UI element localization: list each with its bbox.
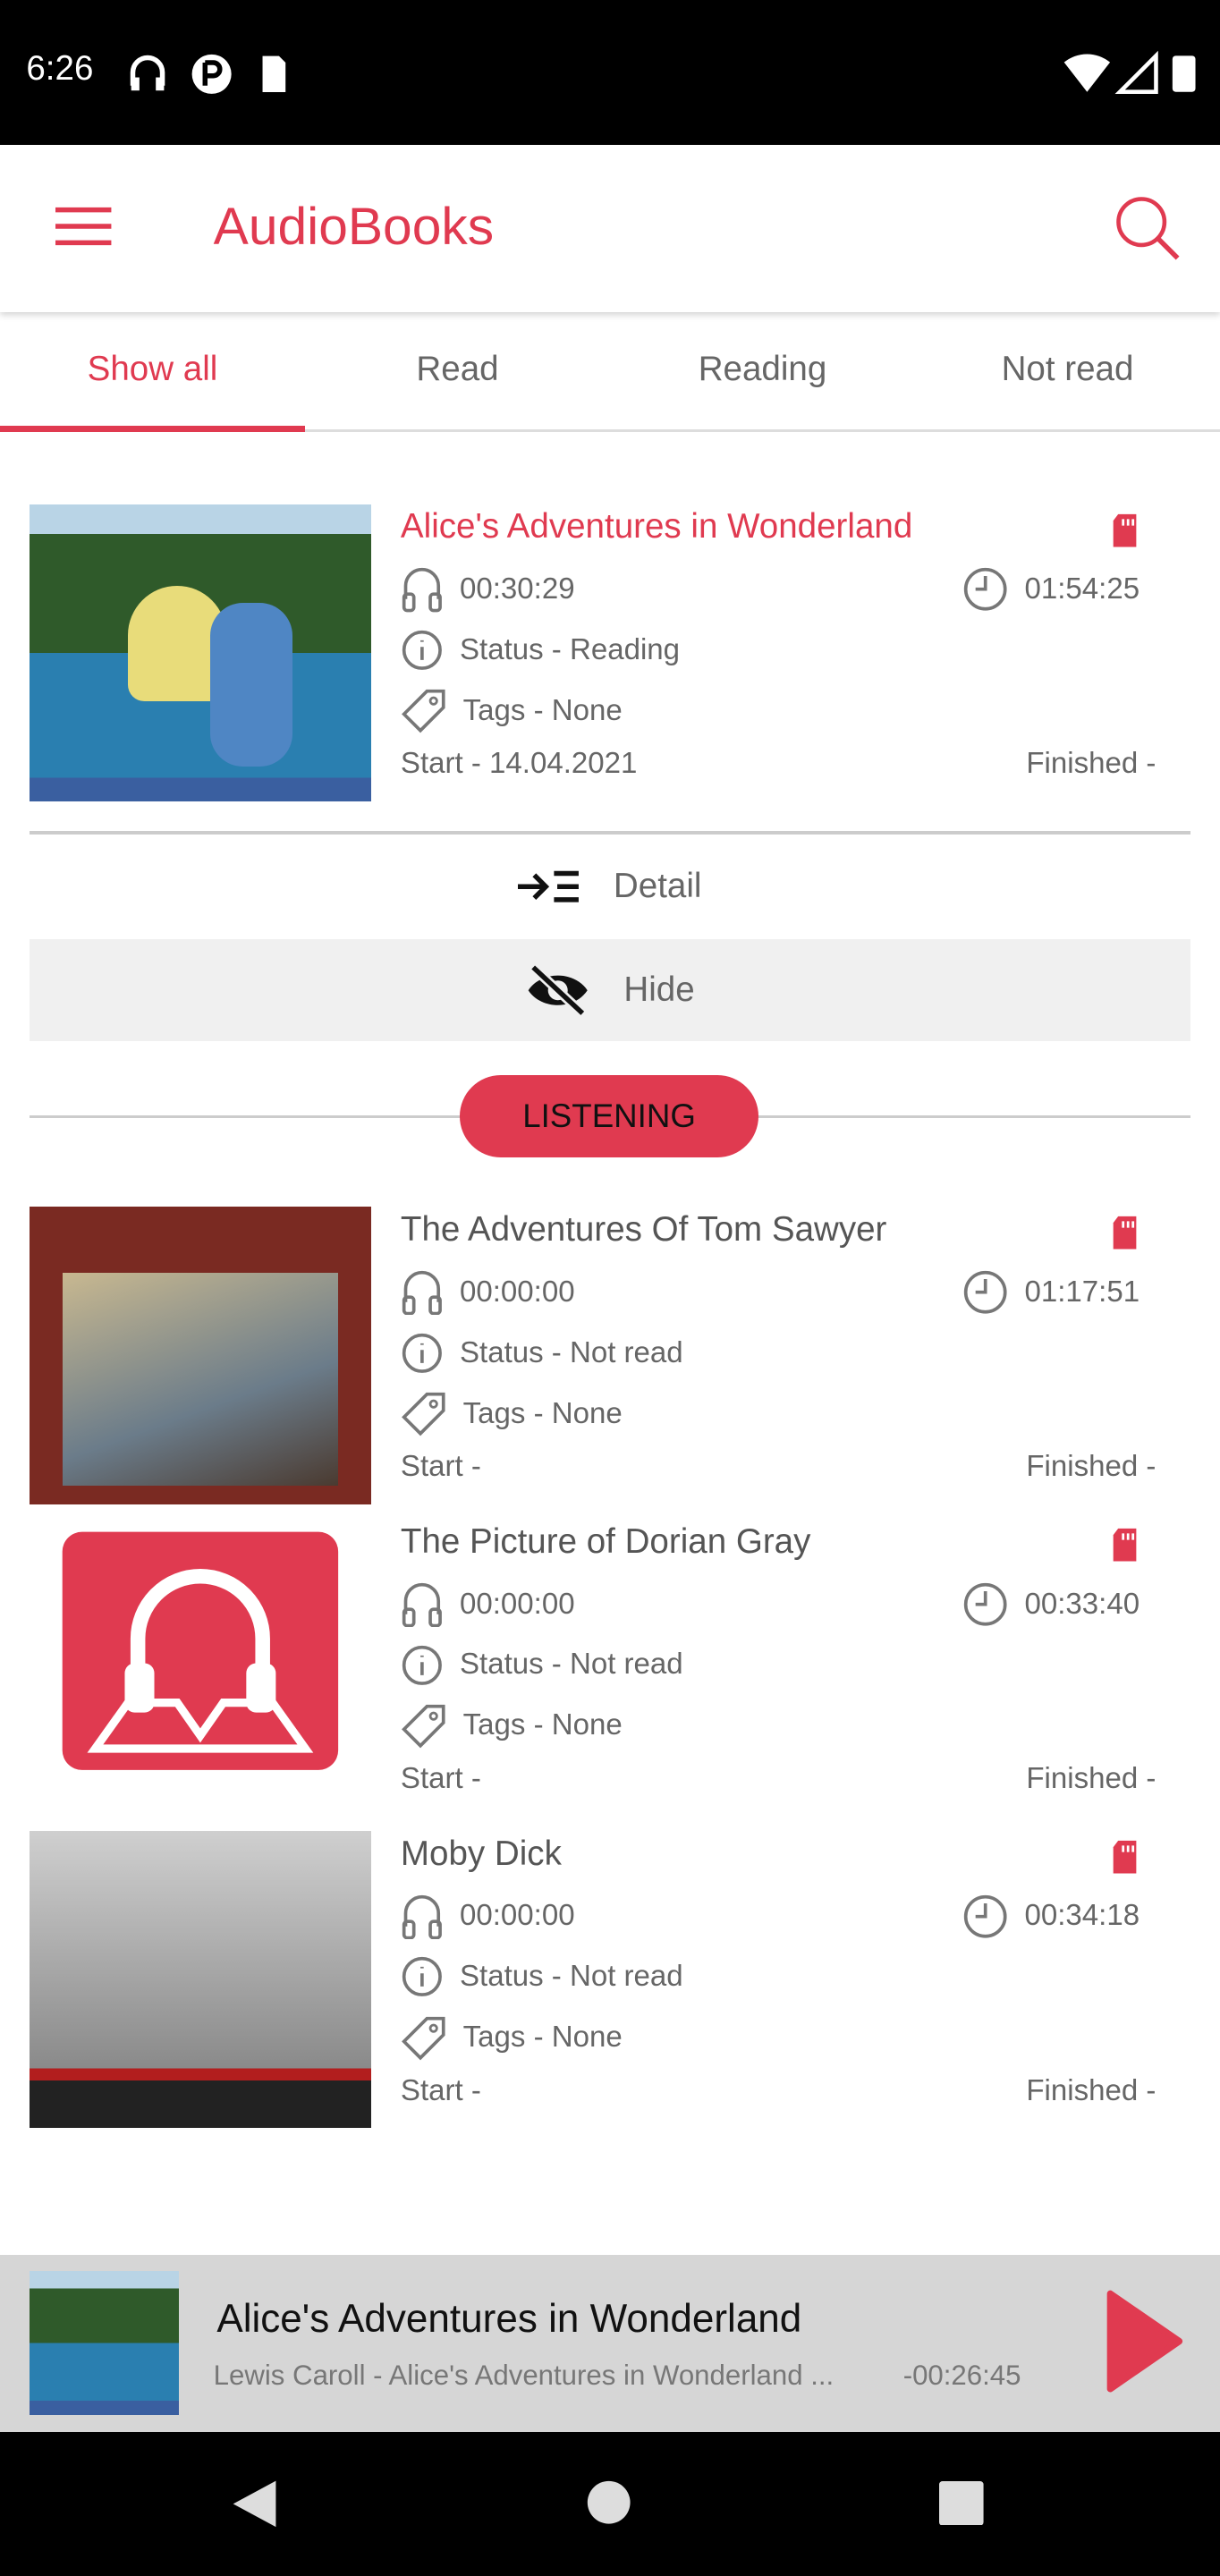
tag-icon <box>401 1704 445 1749</box>
clock-icon <box>963 1582 1007 1626</box>
listened-time: 00:00:00 <box>401 1269 575 1316</box>
tags: Tags - None <box>401 2015 623 2061</box>
tag-icon <box>401 1392 445 1436</box>
start-date: Start - <box>400 2073 481 2107</box>
duration: 01:54:25 <box>962 566 1140 612</box>
eye-off-icon <box>528 963 589 1017</box>
tags: Tags - None <box>401 1703 623 1749</box>
tags: Tags - None <box>401 688 623 733</box>
back-icon[interactable] <box>230 2478 279 2530</box>
start-date: Start - <box>400 1761 481 1795</box>
tab-not-read[interactable]: Not read <box>915 312 1220 429</box>
status-time: 6:26 <box>26 49 94 89</box>
search-icon[interactable] <box>1114 194 1182 263</box>
headphones-icon <box>402 568 442 613</box>
clock-icon <box>963 568 1007 611</box>
info-icon <box>402 1957 442 1997</box>
filter-tabs: Show all Read Reading Not read <box>0 312 1220 434</box>
sd-card-icon <box>1113 1840 1137 1874</box>
navigation-bar <box>0 2431 1220 2576</box>
tag-icon <box>401 2016 445 2060</box>
recents-icon[interactable] <box>939 2480 984 2526</box>
book-title: Moby Dick <box>400 1834 562 1873</box>
duration: 01:17:51 <box>962 1269 1140 1315</box>
tab-reading[interactable]: Reading <box>610 312 915 429</box>
sd-card-icon <box>1113 1529 1137 1562</box>
headphones-icon <box>402 1270 442 1316</box>
book-card[interactable]: The Picture of Dorian Gray 00:00:00 00:3… <box>0 1519 1220 1831</box>
mini-player[interactable]: Alice's Adventures in Wonderland Lewis C… <box>0 2254 1220 2432</box>
app-bar: AudioBooks <box>0 144 1220 312</box>
listened-time: 00:00:00 <box>401 1581 575 1628</box>
tags: Tags - None <box>401 1391 623 1436</box>
status-right-icons <box>1063 50 1196 95</box>
book-card[interactable]: The Adventures Of Tom Sawyer 00:00:00 01… <box>0 1207 1220 1519</box>
book-title: The Picture of Dorian Gray <box>400 1521 811 1561</box>
status: Status - Not read <box>401 1644 683 1687</box>
start-date: Start - <box>400 1450 481 1483</box>
finished-date: Finished - <box>1026 2073 1156 2107</box>
sd-card-icon <box>1113 1216 1137 1250</box>
current-book-card[interactable]: Alice's Adventures in Wonderland 00:30:2… <box>0 504 1220 817</box>
headphones-icon <box>402 1582 442 1628</box>
book-title: Alice's Adventures in Wonderland <box>400 507 913 547</box>
finished-date: Finished - <box>1026 747 1156 781</box>
sd-card-icon <box>1113 513 1137 547</box>
audiobook-placeholder-icon <box>62 1531 339 1770</box>
status: Status - Not read <box>401 1955 683 1998</box>
home-icon[interactable] <box>586 2479 631 2525</box>
detail-button[interactable]: Detail <box>30 835 1190 937</box>
headphones-icon <box>402 1894 442 1940</box>
divider <box>30 830 1190 835</box>
mini-player-remaining: -00:26:45 <box>902 2360 1021 2392</box>
info-icon <box>402 1645 442 1685</box>
info-icon <box>402 1333 442 1373</box>
mini-player-cover <box>30 2270 180 2416</box>
finished-date: Finished - <box>1026 1450 1156 1483</box>
info-icon <box>402 630 442 670</box>
book-card[interactable]: Moby Dick 00:00:00 00:34:18 Status - Not… <box>0 1830 1220 2143</box>
book-cover <box>30 1830 371 2129</box>
menu-icon[interactable] <box>55 207 112 246</box>
mini-player-title: Alice's Adventures in Wonderland <box>216 2297 802 2342</box>
book-cover <box>30 504 371 801</box>
app-title: AudioBooks <box>213 198 495 257</box>
listening-section-label: LISTENING <box>460 1075 759 1158</box>
book-cover <box>30 1207 371 1504</box>
book-title: The Adventures Of Tom Sawyer <box>400 1209 887 1249</box>
status-left-icons <box>130 54 286 94</box>
start-date: Start - 14.04.2021 <box>400 747 638 781</box>
hide-button[interactable]: Hide <box>30 939 1190 1041</box>
duration: 00:34:18 <box>962 1894 1140 1939</box>
status: Status - Reading <box>401 629 680 672</box>
listened-time: 00:30:29 <box>401 566 575 613</box>
mini-player-subtitle: Lewis Caroll - Alice's Adventures in Won… <box>213 2360 835 2392</box>
tab-show-all[interactable]: Show all <box>0 312 305 434</box>
status: Status - Not read <box>401 1332 683 1375</box>
duration: 00:33:40 <box>962 1581 1140 1627</box>
detail-icon <box>518 870 580 902</box>
clock-icon <box>963 1270 1007 1314</box>
status-bar: 6:26 <box>0 0 1220 145</box>
book-cover-placeholder <box>30 1519 371 1816</box>
listened-time: 00:00:00 <box>401 1894 575 1940</box>
clock-icon <box>963 1894 1007 1938</box>
tag-icon <box>401 690 445 733</box>
finished-date: Finished - <box>1026 1761 1156 1795</box>
play-icon[interactable] <box>1104 2287 1186 2395</box>
tab-read[interactable]: Read <box>305 312 610 429</box>
